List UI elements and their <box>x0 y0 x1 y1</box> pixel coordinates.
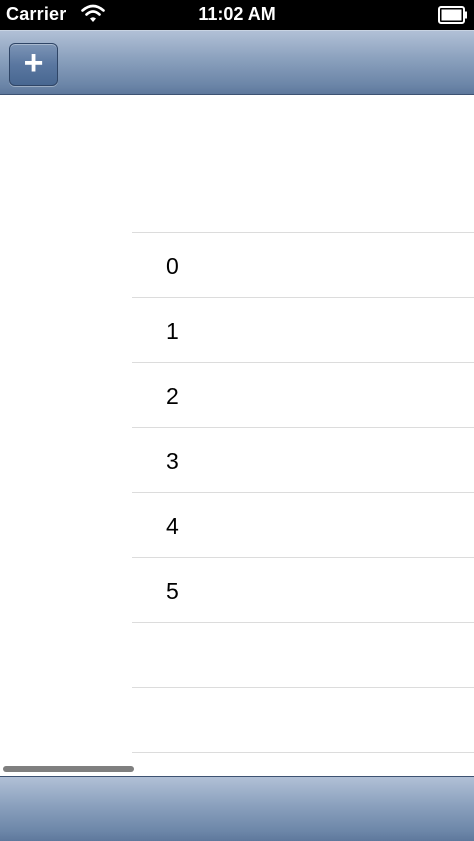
row-label: 2 <box>166 383 179 409</box>
row-label: 4 <box>166 513 179 539</box>
plus-icon: + <box>23 44 44 82</box>
table-row[interactable]: 3 <box>132 428 474 493</box>
table-row[interactable]: 2 <box>132 363 474 428</box>
table-row-empty[interactable] <box>132 688 474 753</box>
status-time: 11:02 AM <box>198 4 276 24</box>
table-row[interactable]: 0 <box>132 233 474 298</box>
row-label: 5 <box>166 578 179 604</box>
table-row[interactable]: 5 <box>132 558 474 623</box>
bottom-toolbar <box>0 776 474 841</box>
row-label: 3 <box>166 448 179 474</box>
table-view[interactable]: 0 1 2 3 4 5 <box>132 232 474 753</box>
battery-icon <box>438 6 467 24</box>
row-label: 0 <box>166 253 179 279</box>
table-row[interactable]: 1 <box>132 298 474 363</box>
row-label: 1 <box>166 318 179 344</box>
content-scroll-view[interactable]: 0 1 2 3 4 5 <box>0 95 474 776</box>
table-row[interactable]: 4 <box>132 493 474 558</box>
navigation-bar: + <box>0 30 474 95</box>
add-button[interactable]: + <box>9 43 58 86</box>
horizontal-scroll-indicator[interactable] <box>3 766 134 772</box>
table-row-empty[interactable] <box>132 623 474 688</box>
status-bar: Carrier 11:02 AM <box>0 0 474 30</box>
